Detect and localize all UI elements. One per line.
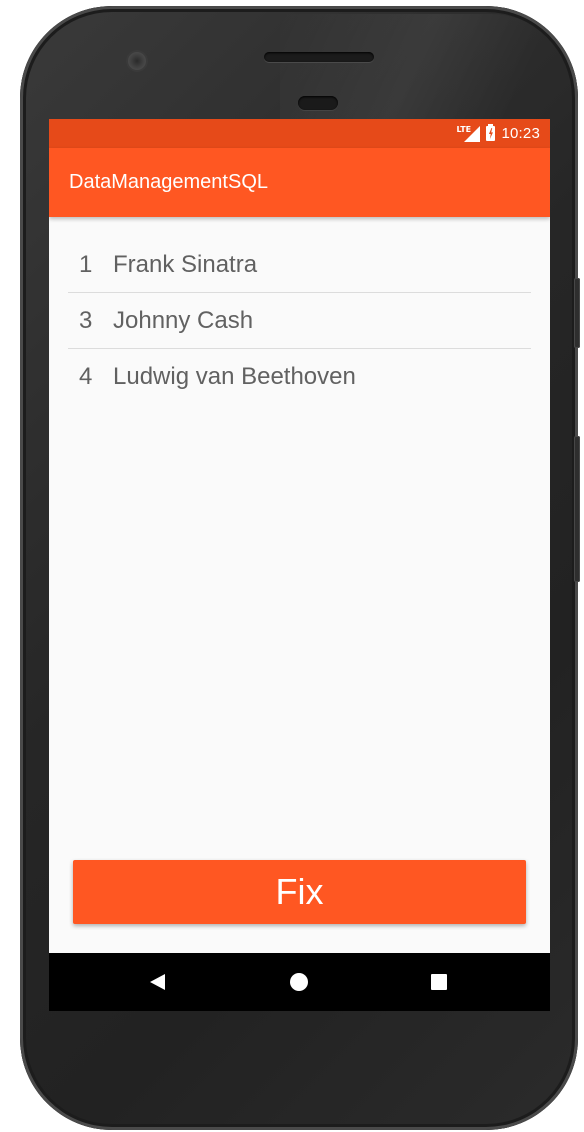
status-bar: LTE 10:23 — [49, 119, 550, 148]
list-item-id: 3 — [79, 306, 93, 334]
power-button[interactable] — [574, 278, 580, 348]
front-camera-icon — [128, 52, 146, 70]
list-item-name: Ludwig van Beethoven — [113, 362, 356, 390]
proximity-sensor — [298, 96, 338, 110]
volume-button[interactable] — [574, 436, 580, 582]
artist-list: 1 Frank Sinatra 3 Johnny Cash 4 Ludwig v… — [68, 237, 531, 404]
app-toolbar: DataManagementSQL — [49, 148, 550, 217]
navigation-bar — [49, 953, 550, 1011]
signal-strength-icon — [464, 125, 481, 142]
back-icon[interactable] — [150, 974, 165, 990]
battery-charging-icon — [486, 124, 496, 141]
list-item-name: Frank Sinatra — [113, 250, 258, 278]
app-title: DataManagementSQL — [69, 171, 269, 193]
fix-button[interactable]: Fix — [73, 860, 526, 924]
list-item-id: 4 — [79, 362, 93, 390]
home-icon[interactable] — [290, 973, 308, 991]
status-time: 10:23 — [501, 125, 540, 142]
device-screen: LTE 10:23 DataManagementSQL 1 Frank Sina… — [49, 119, 550, 1011]
list-item-id: 1 — [79, 250, 93, 278]
lte-signal-icon: LTE — [456, 125, 481, 142]
charging-bolt-icon — [488, 128, 493, 139]
list-item[interactable]: 1 Frank Sinatra — [68, 237, 531, 293]
list-item-name: Johnny Cash — [113, 306, 254, 334]
list-item[interactable]: 3 Johnny Cash — [68, 293, 531, 349]
list-item[interactable]: 4 Ludwig van Beethoven — [68, 349, 531, 404]
status-icons: LTE 10:23 — [456, 119, 540, 148]
recents-icon[interactable] — [431, 974, 447, 990]
earpiece-speaker — [264, 52, 374, 62]
